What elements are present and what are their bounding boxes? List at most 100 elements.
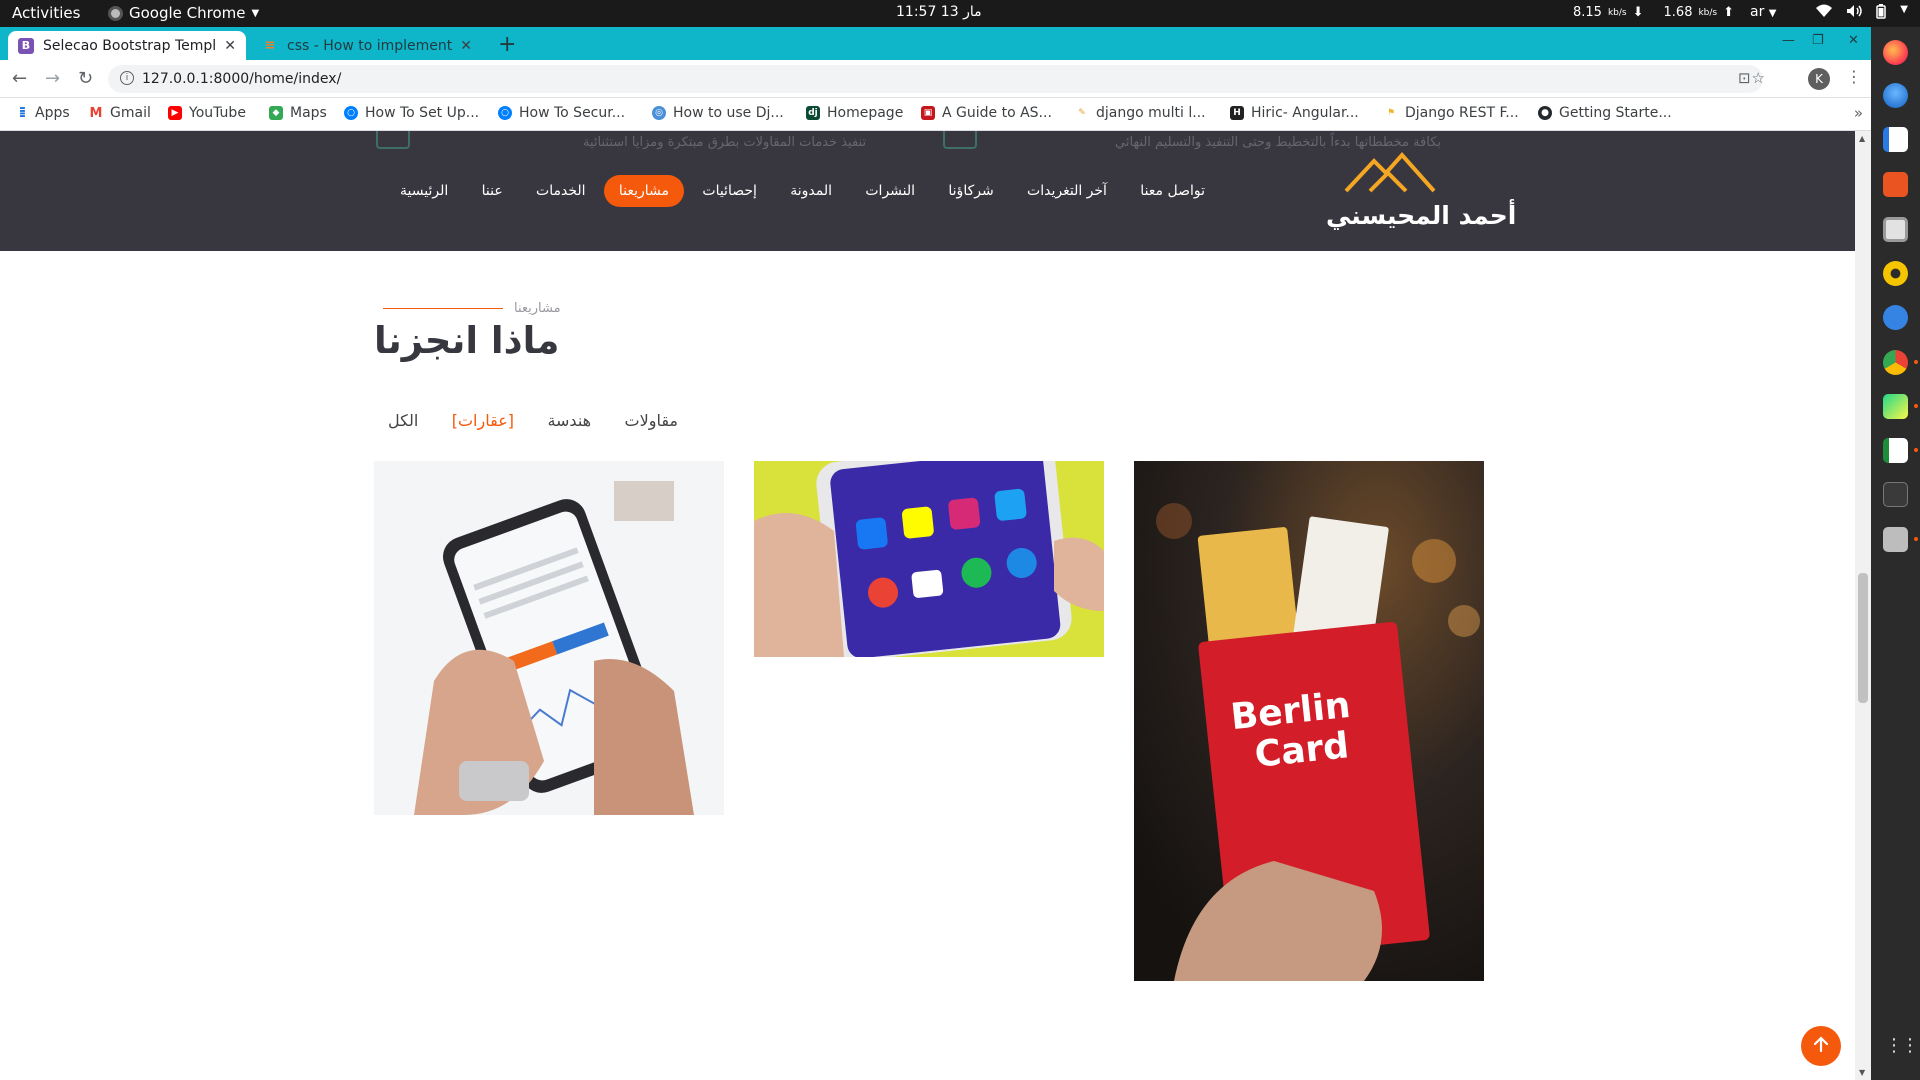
nav-contact[interactable]: تواصل معنا [1125,175,1220,207]
portfolio-item-berlin-card[interactable]: Berlin Card [1134,461,1484,981]
generic-site-icon: ◎ [652,106,666,120]
nav-newsletters[interactable]: النشرات [850,175,930,207]
tab-title: Selecao Bootstrap Templ [43,37,217,54]
clock[interactable]: 11:57 مار 13 [896,4,982,20]
main-nav: تواصل معنا آخر التغريدات شركاؤنا النشرات… [385,175,1220,207]
show-applications-icon[interactable]: ⋮⋮⋮ [1885,1037,1920,1055]
bookmark-hiric-angular[interactable]: H Hiric- Angular... [1230,105,1359,121]
restore-icon[interactable]: ❐ [1812,33,1824,48]
files-icon[interactable] [1883,217,1908,242]
libreoffice-writer-icon[interactable] [1883,127,1908,152]
software-center-icon[interactable] [1883,172,1908,197]
portfolio-item-trading-app[interactable] [374,461,724,815]
bookmark-apps[interactable]: ⁞⁞ Apps [14,105,70,121]
bookmark-label: Getting Starte... [1559,105,1672,121]
bookmark-how-to-use-dj[interactable]: ◎ How to use Dj... [652,105,784,121]
bookmark-a-guide-to-as[interactable]: ▣ A Guide to AS... [921,105,1052,121]
page-scrollbar[interactable]: ▲ ▼ [1855,131,1871,1080]
back-to-top-button[interactable] [1801,1026,1841,1066]
social-apps-image [754,461,1104,657]
close-icon[interactable]: ✕ [460,38,472,54]
translate-icon[interactable]: ⊡ [1738,69,1751,87]
thunderbird-icon[interactable] [1883,83,1908,108]
back-icon[interactable]: ← [12,68,27,89]
firefox-icon[interactable] [1883,40,1908,65]
bookmark-getting-started[interactable]: ● Getting Starte... [1538,105,1672,121]
bookmark-homepage[interactable]: dj Homepage [806,105,903,121]
tab-stackoverflow[interactable]: ≡ css - How to implement R ✕ [252,31,482,60]
bookmark-gmail[interactable]: M Gmail [89,105,151,121]
chrome-dock-icon[interactable] [1883,350,1918,375]
bookmark-how-to-secur[interactable]: ○ How To Secur... [498,105,625,121]
nav-tweets[interactable]: آخر التغريدات [1012,175,1122,207]
scrollbar-thumb[interactable] [1858,573,1868,703]
arrow-up-icon: ⬆ [1723,5,1735,20]
bookmark-how-to-set-up[interactable]: ○ How To Set Up... [344,105,479,121]
new-tab-button[interactable]: + [498,32,516,57]
portfolio-item-social-apps[interactable] [754,461,1104,657]
nav-home[interactable]: الرئيسية [385,175,463,207]
reload-icon[interactable]: ↻ [78,68,93,89]
terminal-icon[interactable] [1883,482,1908,507]
bookmark-django-rest[interactable]: ⚑ Django REST F... [1384,105,1519,121]
maps-icon: ◆ [269,106,283,120]
help-icon[interactable] [1883,305,1908,330]
address-bar[interactable]: i 127.0.0.1:8000/home/index/ ⊡ ☆ [108,65,1765,93]
disk-icon[interactable] [1883,527,1918,552]
scroll-up-arrow[interactable]: ▲ [1859,134,1865,143]
filter-all[interactable]: الكل [388,411,418,430]
nav-partners[interactable]: شركاؤنا [933,175,1008,207]
stackoverflow-icon: ≡ [264,38,276,53]
section-subtitle: مشاريعنا [514,301,561,316]
bookmark-star-icon[interactable]: ☆ [1752,69,1765,87]
close-window-icon[interactable]: ✕ [1848,33,1859,48]
bookmark-red-icon: ▣ [921,106,935,120]
bookmark-maps[interactable]: ◆ Maps [269,105,327,121]
nav-blog[interactable]: المدونة [775,175,847,207]
net-up-unit: kb/s [1698,7,1718,18]
bookmark-label: How To Set Up... [365,105,480,121]
bookmark-label: A Guide to AS... [942,105,1052,121]
close-icon[interactable]: ✕ [224,38,236,54]
scroll-down-arrow[interactable]: ▼ [1859,1068,1865,1077]
chrome-icon [108,5,123,21]
arrow-down-icon: ⬇ [1632,5,1644,20]
bookmark-youtube[interactable]: ▶ YouTube [168,105,246,121]
bookmarks-bar: ⁞⁞ Apps M Gmail ▶ YouTube ◆ Maps ○ How T… [0,98,1871,131]
filter-contracting[interactable]: مقاولات [625,411,678,430]
system-tray[interactable]: ▼ [1816,4,1908,23]
network-speed-indicator[interactable]: 8.15 kb/s ⬇ 1.68 kb/s ⬆ [1573,5,1734,20]
bookmarks-overflow-button[interactable]: » [1854,104,1863,122]
nav-projects[interactable]: مشاريعنا [603,175,685,207]
language-indicator[interactable]: ar ▼ [1750,4,1777,20]
bookmark-label: Apps [35,105,70,121]
filter-engineering[interactable]: هندسة [547,411,591,430]
bookmark-label: Django REST F... [1405,105,1519,121]
libreoffice-calc-icon[interactable] [1883,438,1918,463]
site-info-icon[interactable]: i [120,71,134,85]
tab-selecao[interactable]: B Selecao Bootstrap Templ ✕ [8,31,246,60]
pycharm-icon[interactable] [1883,394,1918,419]
minimize-icon[interactable]: — [1782,33,1795,48]
bookmark-django-multi[interactable]: ✎ django multi l... [1075,105,1206,121]
bookmark-label: Gmail [110,105,151,121]
filter-real-estate[interactable]: [عقارات] [452,411,514,430]
bookmark-label: django multi l... [1096,105,1206,121]
nav-about[interactable]: عننا [467,175,518,207]
profile-avatar[interactable]: K [1808,68,1830,90]
bootstrap-icon: B [18,37,34,54]
arrow-up-icon [1812,1035,1830,1057]
tab-strip: B Selecao Bootstrap Templ ✕ ≡ css - How … [0,27,1871,60]
site-logo[interactable]: أحمد المحيسني [1320,151,1515,235]
language-label: ar [1750,4,1765,20]
nav-services[interactable]: الخدمات [521,175,601,207]
chevron-down-icon: ▼ [251,7,260,19]
service-icon [376,131,410,149]
chrome-menu-icon[interactable]: ⋮ [1846,67,1862,86]
bookmark-label: Maps [290,105,327,121]
app-menu[interactable]: Google Chrome ▼ [108,4,259,22]
activities-button[interactable]: Activities [12,4,80,22]
nav-stats[interactable]: إحصائيات [687,175,772,207]
forward-icon[interactable]: → [45,68,60,89]
rhythmbox-icon[interactable] [1883,261,1908,286]
